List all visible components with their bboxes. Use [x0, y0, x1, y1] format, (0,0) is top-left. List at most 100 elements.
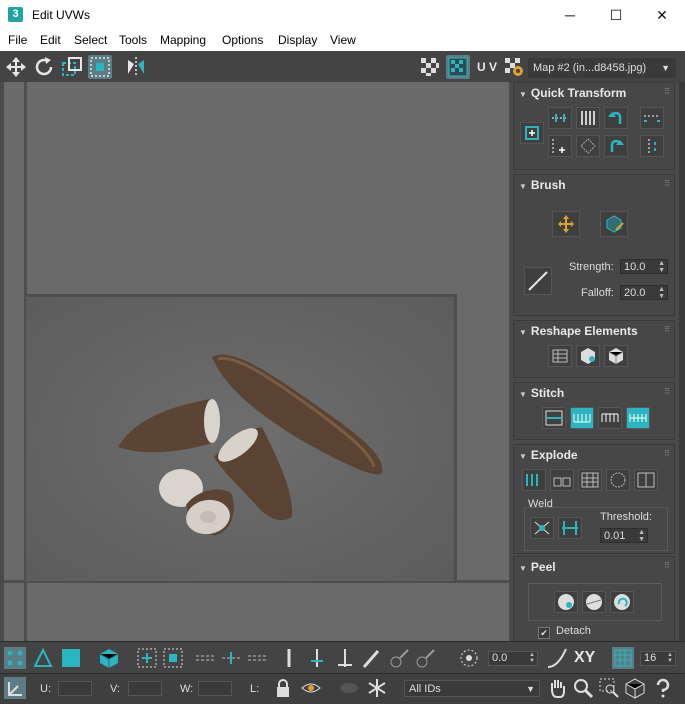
grid-size-spinner[interactable]: 16 ▲ ▼ [640, 651, 676, 666]
threshold-spinner[interactable]: 0.01 ▲ ▼ [600, 528, 648, 543]
texture-map-dropdown[interactable]: Map #2 (in...d8458.jpg) ▼ [528, 58, 676, 78]
mirror-icon[interactable] [124, 55, 148, 79]
loop-select-icon[interactable] [194, 647, 216, 669]
relax-brush-icon[interactable] [600, 211, 628, 237]
rotate-cw-icon[interactable] [604, 135, 628, 157]
v-coordinate-field[interactable] [128, 681, 162, 696]
drag-handle-icon[interactable]: ⠿ [664, 449, 670, 458]
show-hidden-edges-icon[interactable] [300, 677, 322, 699]
break-icon[interactable] [522, 469, 546, 491]
quick-peel-icon[interactable] [554, 591, 578, 613]
zoom-icon[interactable] [572, 677, 594, 699]
material-id-dropdown[interactable]: All IDs ▼ [404, 680, 540, 697]
quick-transform-title[interactable]: ▼ Quick Transform [519, 86, 626, 100]
rotate-icon[interactable] [32, 55, 56, 79]
reshape-elements-title[interactable]: ▼ Reshape Elements [519, 324, 638, 338]
ring-shrink-icon[interactable] [334, 647, 356, 669]
freeze-icon[interactable] [366, 677, 388, 699]
flatten-by-polygon-icon[interactable] [578, 469, 602, 491]
detach-checkbox[interactable]: ✔ [538, 627, 550, 639]
grow-selection-icon[interactable] [136, 647, 158, 669]
peel-title[interactable]: ▼ Peel [519, 560, 556, 574]
menu-file[interactable]: File [8, 33, 27, 47]
peel-mode-icon[interactable] [582, 591, 606, 613]
soft-selection-icon[interactable] [458, 647, 480, 669]
stitch-to-target-icon[interactable] [570, 407, 594, 429]
explode-title[interactable]: ▼ Explode [519, 448, 578, 462]
maximize-button[interactable]: ☐ [593, 0, 639, 30]
align-horizontal-icon[interactable] [548, 107, 572, 129]
rotation-angle-spinner[interactable]: 0.0 ▲ ▼ [488, 651, 538, 666]
align-vertical-icon[interactable] [576, 107, 600, 129]
flip-horizontal-icon[interactable] [640, 107, 664, 129]
menu-display[interactable]: Display [278, 33, 317, 47]
relax-until-flat-icon[interactable] [576, 345, 600, 367]
flip-vertical-icon[interactable] [640, 135, 664, 157]
menu-edit[interactable]: Edit [40, 33, 61, 47]
edge-select-icon[interactable] [32, 647, 54, 669]
target-weld-icon[interactable] [558, 517, 582, 539]
minimize-button[interactable]: ─ [547, 0, 593, 30]
loop-grow-icon[interactable] [220, 647, 242, 669]
map-options-icon[interactable] [502, 55, 526, 79]
detach-edge-icon[interactable] [550, 469, 574, 491]
uv-editor-viewport[interactable] [4, 82, 509, 641]
paint-select-icon[interactable] [360, 647, 382, 669]
grid-snap-icon[interactable] [612, 647, 634, 669]
checker-pattern-icon[interactable] [418, 55, 442, 79]
loop-shrink-icon[interactable] [246, 647, 268, 669]
help-icon[interactable] [652, 677, 674, 699]
move-icon[interactable] [4, 55, 28, 79]
drag-handle-icon[interactable]: ⠿ [664, 179, 670, 188]
flatten-by-material-icon[interactable] [634, 469, 658, 491]
rotate-ccw-icon[interactable] [604, 107, 628, 129]
relax-icon[interactable] [604, 345, 628, 367]
strength-spinner[interactable]: 10.0 ▲ ▼ [620, 259, 668, 274]
drag-handle-icon[interactable]: ⠿ [664, 561, 670, 570]
stitch-title[interactable]: ▼ Stitch [519, 386, 564, 400]
menu-tools[interactable]: Tools [119, 33, 147, 47]
close-button[interactable]: ✕ [639, 0, 685, 30]
zoom-region-icon[interactable] [598, 677, 620, 699]
lock-icon[interactable] [272, 677, 294, 699]
stitch-custom-icon[interactable] [542, 407, 566, 429]
stitch-average-icon[interactable] [598, 407, 622, 429]
absolute-offset-icon[interactable] [4, 677, 26, 699]
brush-falloff-curve-icon[interactable] [524, 267, 552, 295]
show-map-icon[interactable] [446, 55, 470, 79]
polygon-select-icon[interactable] [60, 647, 82, 669]
falloff-spinner[interactable]: 20.0 ▲ ▼ [620, 285, 668, 300]
falloff-type-icon[interactable] [546, 647, 568, 669]
drag-handle-icon[interactable]: ⠿ [664, 325, 670, 334]
pan-icon[interactable] [546, 677, 568, 699]
ring-select-icon[interactable] [278, 647, 300, 669]
w-coordinate-field[interactable] [198, 681, 232, 696]
paint-move-icon[interactable] [552, 211, 580, 237]
weld-selected-icon[interactable] [530, 517, 554, 539]
drag-handle-icon[interactable]: ⠿ [664, 87, 670, 96]
stitch-to-source-icon[interactable] [626, 407, 650, 429]
menu-options[interactable]: Options [222, 33, 263, 47]
uv-toggle-button[interactable]: U V [474, 55, 500, 79]
space-evenly-icon[interactable] [576, 135, 600, 157]
align-to-edge-icon[interactable] [548, 135, 572, 157]
zoom-extents-icon[interactable] [624, 677, 646, 699]
element-select-icon[interactable] [98, 647, 120, 669]
u-coordinate-field[interactable] [58, 681, 92, 696]
freeform-icon[interactable] [88, 55, 112, 79]
flatten-by-smoothing-icon[interactable] [606, 469, 630, 491]
xy-space-toggle[interactable]: XY [574, 649, 595, 667]
reset-peel-icon[interactable] [610, 591, 634, 613]
menu-view[interactable]: View [330, 33, 356, 47]
scale-icon[interactable] [60, 55, 84, 79]
vertex-select-icon[interactable] [4, 647, 26, 669]
hide-icon[interactable] [338, 677, 360, 699]
straighten-selection-icon[interactable] [548, 345, 572, 367]
menu-select[interactable]: Select [74, 33, 107, 47]
panel-scrollbar[interactable] [679, 82, 685, 641]
brush-title[interactable]: ▼ Brush [519, 178, 566, 192]
drag-handle-icon[interactable]: ⠿ [664, 387, 670, 396]
paint-select-shrink-icon[interactable] [414, 647, 436, 669]
set-pivot-icon[interactable] [520, 122, 544, 144]
paint-select-grow-icon[interactable] [388, 647, 410, 669]
